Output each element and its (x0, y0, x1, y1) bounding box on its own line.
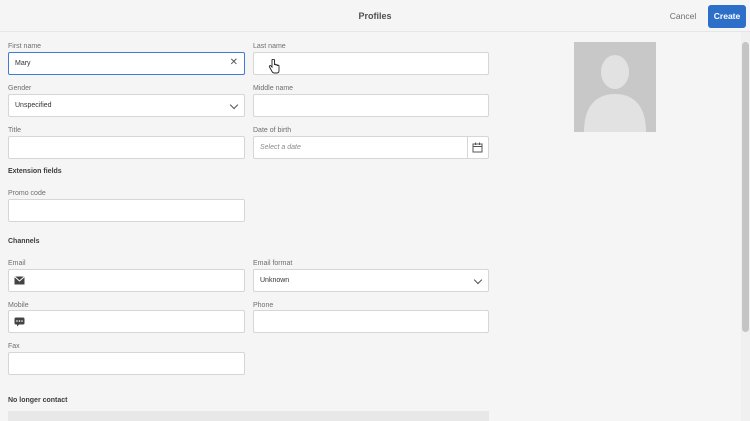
close-icon[interactable]: ✕ (230, 58, 238, 68)
first-name-input[interactable]: Mary ✕ (8, 52, 245, 75)
first-name-label: First name (8, 43, 42, 50)
email-input[interactable] (8, 269, 245, 292)
sms-icon (14, 317, 25, 329)
user-silhouette-icon[interactable] (574, 42, 656, 132)
promo-code-label: Promo code (8, 190, 46, 197)
middle-name-label: Middle name (253, 85, 294, 92)
first-name-value: Mary (15, 60, 31, 67)
channels-heading: Channels (8, 238, 40, 245)
scrollbar-thumb[interactable] (742, 42, 749, 332)
hand-cursor-icon (268, 58, 280, 79)
title-input[interactable] (8, 136, 245, 159)
chevron-down-icon (229, 100, 239, 110)
email-format-label: Email format (253, 260, 293, 267)
mobile-label: Mobile (8, 302, 29, 309)
date-of-birth-input[interactable]: Select a date (253, 136, 489, 159)
email-format-value: Unknown (260, 277, 290, 284)
extension-fields-heading: Extension fields (8, 168, 62, 175)
gender-value: Unspecified (15, 102, 52, 109)
phone-label: Phone (253, 302, 274, 309)
phone-input[interactable] (253, 310, 489, 333)
email-label: Email (8, 260, 26, 267)
fax-label: Fax (8, 343, 20, 350)
date-of-birth-placeholder: Select a date (260, 144, 301, 151)
fax-input[interactable] (8, 352, 245, 375)
title-label: Title (8, 127, 21, 134)
last-name-label: Last name (253, 43, 286, 50)
gender-select[interactable]: Unspecified (8, 94, 245, 117)
no-longer-contact-heading: No longer contact (8, 397, 68, 404)
promo-code-input[interactable] (8, 199, 245, 222)
create-button[interactable]: Create (708, 5, 746, 28)
mobile-input[interactable] (8, 310, 245, 333)
chevron-down-icon (473, 275, 483, 285)
middle-name-input[interactable] (253, 94, 489, 117)
calendar-separator (467, 137, 468, 158)
no-longer-contact-field[interactable] (8, 411, 489, 421)
email-format-select[interactable]: Unknown (253, 269, 489, 292)
page-title: Profiles (358, 11, 392, 21)
gender-label: Gender (8, 85, 32, 92)
date-of-birth-label: Date of birth (253, 127, 292, 134)
last-name-input[interactable] (253, 52, 489, 75)
header-bar: Profiles Cancel Create (0, 0, 750, 32)
calendar-icon[interactable] (472, 142, 483, 155)
envelope-icon (14, 276, 25, 287)
cancel-button[interactable]: Cancel (664, 8, 702, 25)
